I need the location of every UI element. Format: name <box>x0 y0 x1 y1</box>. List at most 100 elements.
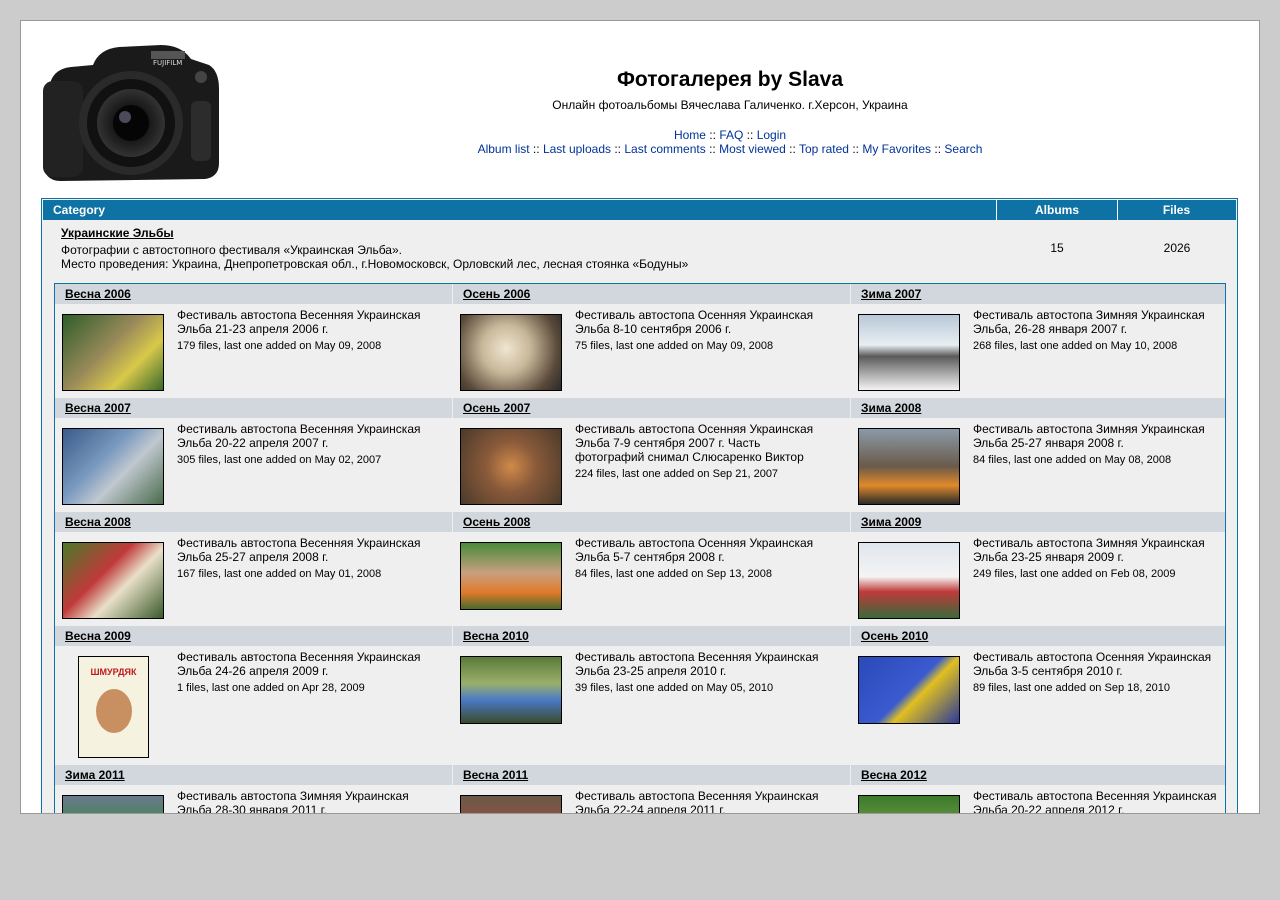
poster-title: ШМУРДЯК <box>90 667 137 677</box>
category-location: Место проведения: Украина, Днепропетровс… <box>61 257 689 271</box>
album-title-link[interactable]: Зима 2009 <box>861 515 921 529</box>
album-grid: Весна 2006 Фестиваль автостопа Весенняя У… <box>54 283 1226 814</box>
album-thumbnail[interactable] <box>62 314 164 391</box>
album-title-link[interactable]: Весна 2008 <box>65 515 131 529</box>
header-albums: Albums <box>997 200 1118 220</box>
album-thumbnail[interactable] <box>858 656 960 724</box>
nav-separator: :: <box>934 142 942 156</box>
header-files: Files <box>1162 203 1191 217</box>
album-thumbnail[interactable] <box>62 542 164 619</box>
gallery-page: FUJIFILM Фотогалерея by Slava Онлайн фот… <box>20 20 1260 814</box>
site-description: Онлайн фотоальбомы Вячеслава Галиченко. … <box>552 98 908 112</box>
header-category: Category <box>43 200 997 220</box>
album-thumbnail[interactable] <box>460 314 562 391</box>
album-title-link[interactable]: Осень 2010 <box>861 629 928 643</box>
nav-separator: :: <box>532 142 540 156</box>
album-title-link[interactable]: Весна 2006 <box>65 287 131 301</box>
album-thumbnail[interactable] <box>858 542 960 619</box>
album-title-link[interactable]: Весна 2011 <box>463 768 528 782</box>
album-file-info: 84 files, last one added on Sep 13, 2008 <box>575 568 772 580</box>
album-thumbnail[interactable] <box>62 795 164 813</box>
svg-text:FUJIFILM: FUJIFILM <box>153 59 182 67</box>
category-album-count: 15 <box>1050 241 1064 255</box>
nav-album-list-link[interactable]: Album list <box>478 142 530 156</box>
album-thumbnail[interactable] <box>858 428 960 505</box>
album-description: Фестиваль автостопа Весенняя Украинская … <box>177 536 421 564</box>
album-file-info: 1 files, last one added on Apr 28, 2009 <box>177 682 365 694</box>
album-description: Фестиваль автостопа Осенняя Украинская Э… <box>575 422 814 464</box>
album-title: Осень 2010 <box>851 626 1225 646</box>
nav-top-rated-link[interactable]: Top rated <box>799 142 849 156</box>
album-title: Весна 2006 <box>55 284 452 304</box>
album-title-link[interactable]: Весна 2007 <box>65 401 131 415</box>
album-title: Осень 2006 <box>453 284 850 304</box>
album-title: Зима 2009 <box>851 512 1225 532</box>
nav-separator: :: <box>789 142 796 156</box>
album-thumbnail[interactable] <box>858 795 960 813</box>
nav-my-favorites-link[interactable]: My Favorites <box>862 142 931 156</box>
album-thumbnail[interactable]: ШМУРДЯК <box>78 656 149 758</box>
album-title: Весна 2010 <box>453 626 850 646</box>
album-title: Весна 2011 <box>453 765 850 785</box>
album-title: Весна 2009 <box>55 626 452 646</box>
album-file-info: 167 files, last one added on May 01, 200… <box>177 568 382 580</box>
album-description: Фестиваль автостопа Зимняя Украинская Эл… <box>973 308 1205 336</box>
album-title-link[interactable]: Осень 2006 <box>463 287 530 301</box>
album-thumbnail[interactable] <box>460 542 562 610</box>
album-file-info: 249 files, last one added on Feb 08, 200… <box>973 568 1176 580</box>
nav-last-uploads-link[interactable]: Last uploads <box>543 142 611 156</box>
nav-separator: :: <box>709 142 716 156</box>
nav-separator: :: <box>746 128 754 142</box>
album-file-info: 89 files, last one added on Sep 18, 2010 <box>973 682 1170 694</box>
camera-logo-icon[interactable]: FUJIFILM <box>41 41 221 183</box>
album-thumbnail[interactable] <box>62 428 164 505</box>
album-title: Осень 2007 <box>453 398 850 418</box>
category-row: Украинские Эльбы Фотографии с автостопно… <box>43 221 1236 281</box>
album-title: Весна 2008 <box>55 512 452 532</box>
album-thumbnail[interactable] <box>460 428 562 505</box>
nav-separator: :: <box>614 142 622 156</box>
nav-bottom: Album list :: Last uploads :: Last comme… <box>221 142 1239 156</box>
album-title: Весна 2007 <box>55 398 452 418</box>
table-header: Category Albums Files <box>43 200 1236 220</box>
category-link[interactable]: Украинские Эльбы <box>61 226 174 240</box>
album-title: Зима 2008 <box>851 398 1225 418</box>
nav-search-link[interactable]: Search <box>944 142 982 156</box>
album-title-link[interactable]: Зима 2007 <box>861 287 921 301</box>
album-description: Фестиваль автостопа Зимняя Украинская Эл… <box>973 422 1205 450</box>
album-title-link[interactable]: Осень 2008 <box>463 515 530 529</box>
album-file-info: 75 files, last one added on May 09, 2008 <box>575 340 774 352</box>
album-title: Осень 2008 <box>453 512 850 532</box>
category-file-count: 2026 <box>1163 241 1191 255</box>
album-file-info: 305 files, last one added on May 02, 200… <box>177 454 382 466</box>
nav-faq-link[interactable]: FAQ <box>719 128 743 142</box>
site-header: Фотогалерея by Slava Онлайн фотоальбомы … <box>221 65 1239 156</box>
album-file-info: 224 files, last one added on Sep 21, 200… <box>575 468 779 480</box>
nav-last-comments-link[interactable]: Last comments <box>624 142 705 156</box>
album-title-link[interactable]: Осень 2007 <box>463 401 530 415</box>
album-title-link[interactable]: Весна 2012 <box>861 768 927 782</box>
album-title: Зима 2011 <box>55 765 452 785</box>
nav-separator: :: <box>709 128 716 142</box>
album-description: Фестиваль автостопа Зимняя Украинская Эл… <box>177 789 409 814</box>
album-title-link[interactable]: Весна 2010 <box>463 629 529 643</box>
album-title-link[interactable]: Зима 2008 <box>861 401 921 415</box>
album-thumbnail[interactable] <box>460 656 562 724</box>
album-thumbnail[interactable] <box>460 795 562 813</box>
album-file-info: 84 files, last one added on May 08, 2008 <box>973 454 1172 466</box>
poster-face <box>96 689 132 733</box>
nav-login-link[interactable]: Login <box>757 128 786 142</box>
album-file-info: 39 files, last one added on May 05, 2010 <box>575 682 774 694</box>
category-description: Фотографии с автостопного фестиваля «Укр… <box>61 243 402 257</box>
nav-most-viewed-link[interactable]: Most viewed <box>719 142 786 156</box>
album-title: Зима 2007 <box>851 284 1225 304</box>
album-file-info: 179 files, last one added on May 09, 200… <box>177 340 382 352</box>
nav-home-link[interactable]: Home <box>674 128 706 142</box>
album-description: Фестиваль автостопа Осенняя Украинская Э… <box>575 308 814 336</box>
album-title-link[interactable]: Весна 2009 <box>65 629 131 643</box>
site-title: Фотогалерея by Slava <box>616 68 844 91</box>
album-description: Фестиваль автостопа Весенняя Украинская … <box>177 308 421 336</box>
album-title-link[interactable]: Зима 2011 <box>65 768 125 782</box>
album-thumbnail[interactable] <box>858 314 960 391</box>
nav-separator: :: <box>852 142 859 156</box>
